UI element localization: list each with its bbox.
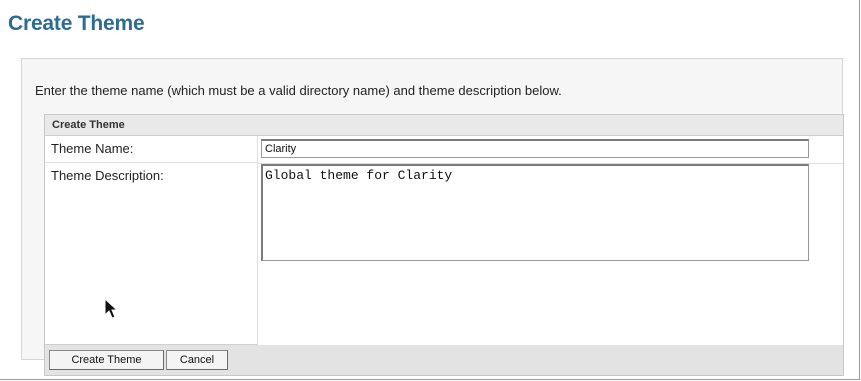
theme-name-cell (258, 136, 843, 164)
instructions-text: Enter the theme name (which must be a va… (35, 83, 562, 98)
form-header: Create Theme (45, 115, 843, 136)
theme-name-label: Theme Name: (45, 136, 258, 163)
content-panel: Enter the theme name (which must be a va… (21, 58, 844, 376)
create-theme-button[interactable]: Create Theme (49, 350, 164, 370)
mouse-pointer-icon (104, 298, 119, 319)
theme-description-label: Theme Description: (45, 163, 258, 345)
cancel-button[interactable]: Cancel (166, 350, 228, 370)
button-bar: Create Theme Cancel (45, 345, 843, 375)
page-title: Create Theme (8, 12, 145, 35)
theme-description-input[interactable]: Global theme for Clarity (261, 164, 809, 261)
create-theme-form: Create Theme Theme Name: Theme Descripti… (44, 114, 844, 376)
theme-name-input[interactable] (261, 139, 809, 158)
theme-description-cell: Global theme for Clarity (258, 163, 843, 346)
